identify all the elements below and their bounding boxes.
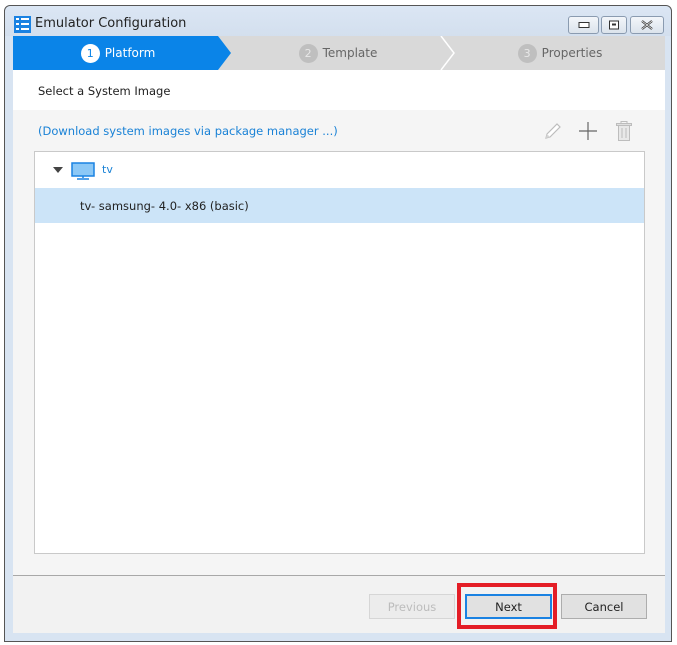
step-label: Properties	[541, 46, 603, 60]
step-number: 1	[80, 43, 100, 63]
emulator-configuration-window: Emulator Configuration 1 Platform 2 Temp…	[4, 5, 672, 642]
step-label: Platform	[104, 46, 156, 60]
tree-item-label: tv- samsung- 4.0- x86 (basic)	[80, 199, 249, 213]
minimize-icon	[578, 22, 589, 28]
maximize-button[interactable]	[601, 16, 627, 34]
monitor-icon	[71, 162, 95, 180]
tree-item-selected[interactable]: tv- samsung- 4.0- x86 (basic)	[35, 188, 644, 223]
edit-icon	[545, 123, 561, 139]
step-properties: 3 Properties	[455, 36, 665, 70]
section-title: Select a System Image	[38, 84, 171, 98]
add-button[interactable]	[577, 120, 599, 142]
title-bar[interactable]: Emulator Configuration	[5, 6, 671, 36]
step-platform: 1 Platform	[13, 36, 223, 70]
window-title: Emulator Configuration	[35, 16, 187, 31]
cancel-button[interactable]: Cancel	[561, 594, 647, 619]
previous-button[interactable]: Previous	[369, 594, 455, 619]
expand-triangle-icon[interactable]	[53, 167, 63, 173]
close-icon	[641, 20, 653, 30]
step-template: 2 Template	[233, 36, 443, 70]
wizard-steps: 1 Platform 2 Template 3 Properties	[13, 36, 665, 70]
dialog-content: 1 Platform 2 Template 3 Properties Selec…	[13, 36, 665, 633]
delete-icon	[616, 121, 632, 141]
tree-node-tv[interactable]: tv	[35, 152, 644, 188]
step-number: 3	[517, 43, 537, 63]
minimize-button[interactable]	[568, 16, 599, 34]
maximize-icon	[609, 20, 619, 30]
system-image-tree: tv tv- samsung- 4.0- x86 (basic)	[34, 151, 645, 554]
app-list-icon	[14, 16, 31, 33]
dialog-footer: Previous Next Cancel	[13, 576, 665, 633]
step-number: 2	[298, 43, 318, 63]
download-images-link[interactable]: (Download system images via package mana…	[38, 124, 338, 138]
delete-button[interactable]	[613, 120, 635, 142]
edit-button[interactable]	[542, 120, 564, 142]
highlight-box	[457, 583, 557, 629]
tree-node-label: tv	[102, 163, 113, 176]
step-label: Template	[322, 46, 378, 60]
close-button[interactable]	[630, 16, 664, 34]
add-icon	[579, 122, 597, 140]
